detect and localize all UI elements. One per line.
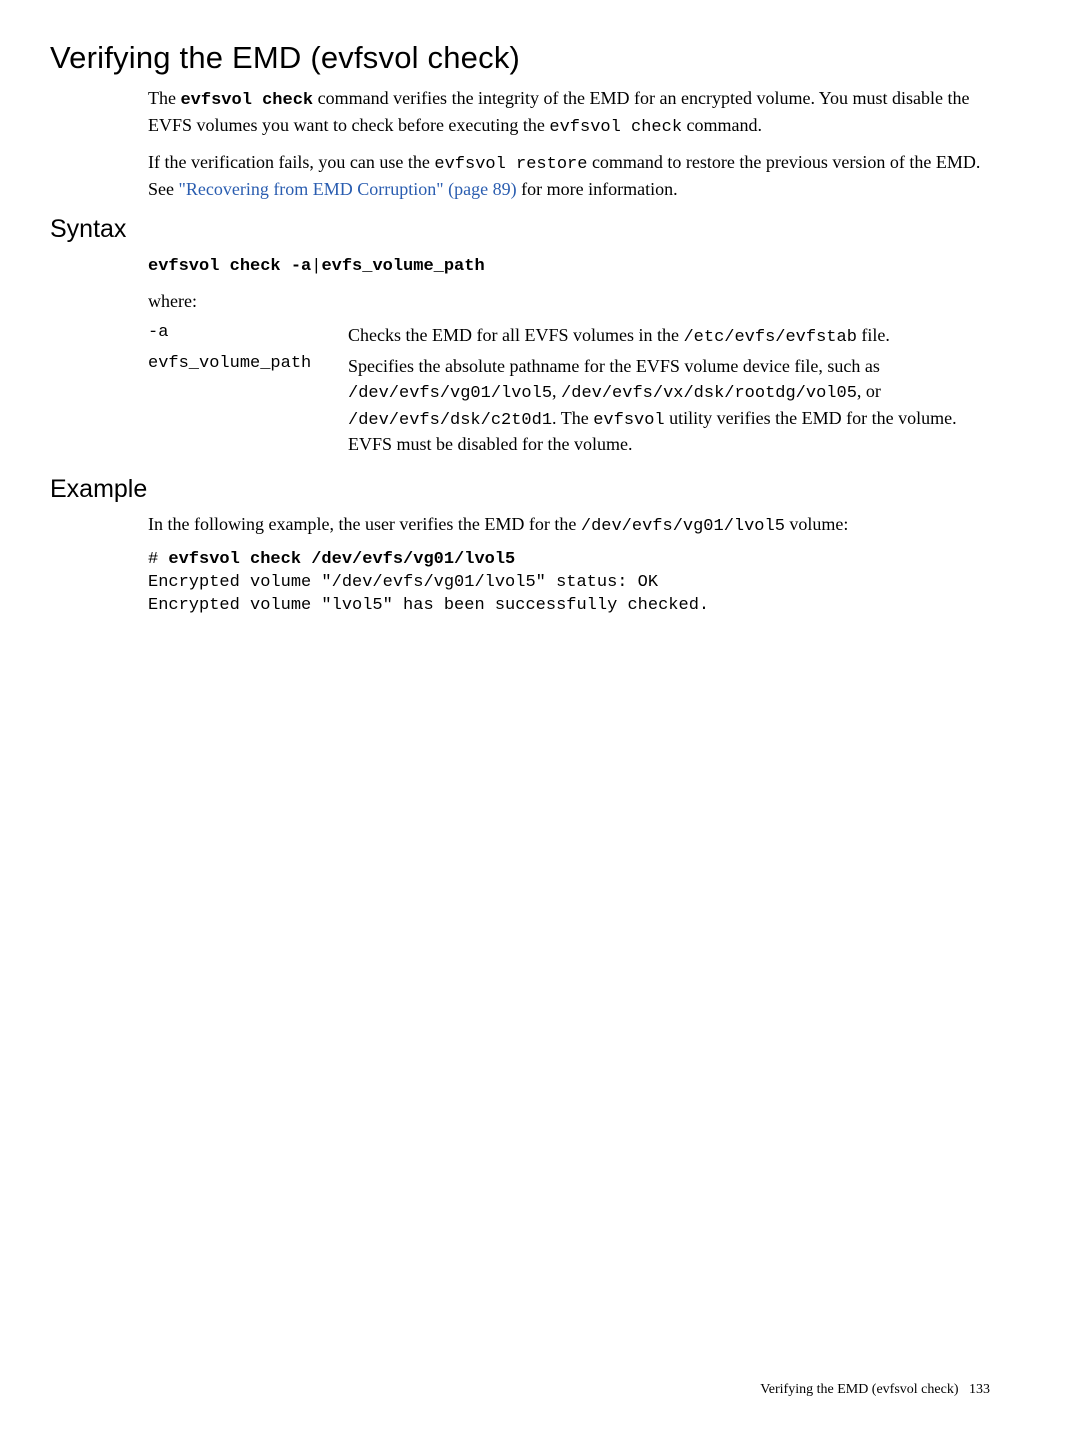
- syntax-cmd-part: evfs_volume_path: [321, 257, 484, 276]
- syntax-bar: |: [311, 257, 321, 276]
- text: Specifies the absolute pathname for the …: [348, 356, 880, 376]
- definition-term: -a: [148, 323, 348, 354]
- definition-description: Specifies the absolute pathname for the …: [348, 354, 990, 460]
- page-footer: Verifying the EMD (evfsvol check) 133: [760, 1382, 990, 1398]
- text: . The: [552, 408, 593, 428]
- code-command: evfsvol check /dev/evfs/vg01/lvol5: [168, 550, 515, 569]
- page-number: 133: [969, 1382, 990, 1397]
- definition-row: -a Checks the EMD for all EVFS volumes i…: [148, 323, 990, 354]
- text: volume:: [785, 514, 849, 534]
- definition-term: evfs_volume_path: [148, 354, 348, 460]
- footer-text: Verifying the EMD (evfsvol check): [760, 1382, 958, 1397]
- where-label: where:: [148, 289, 990, 313]
- text: If the verification fails, you can use t…: [148, 152, 434, 172]
- inline-code: /etc/evfs/evfstab: [683, 328, 856, 347]
- intro-paragraph-2: If the verification fails, you can use t…: [148, 150, 990, 201]
- example-heading: Example: [50, 475, 990, 504]
- text: Checks the EMD for all EVFS volumes in t…: [348, 325, 683, 345]
- syntax-command: evfsvol check -a|evfs_volume_path: [148, 252, 990, 279]
- text: In the following example, the user verif…: [148, 514, 581, 534]
- definition-table: -a Checks the EMD for all EVFS volumes i…: [148, 323, 990, 460]
- inline-code: /dev/evfs/vx/dsk/rootdg/vol05: [561, 384, 857, 403]
- syntax-cmd-part: evfsvol check -a: [148, 257, 311, 276]
- syntax-heading: Syntax: [50, 215, 990, 244]
- inline-code: /dev/evfs/vg01/lvol5: [348, 384, 552, 403]
- text: ,: [552, 381, 561, 401]
- example-intro: In the following example, the user verif…: [148, 512, 990, 539]
- text: for more information.: [517, 179, 678, 199]
- text: The: [148, 88, 180, 108]
- definition-row: evfs_volume_path Specifies the absolute …: [148, 354, 990, 460]
- text: command.: [682, 115, 762, 135]
- text: , or: [857, 381, 881, 401]
- code-block: # evfsvol check /dev/evfs/vg01/lvol5 Enc…: [148, 549, 990, 618]
- cross-reference-link[interactable]: "Recovering from EMD Corruption" (page 8…: [179, 179, 517, 199]
- page-title: Verifying the EMD (evfsvol check): [50, 40, 990, 76]
- command-name: evfsvol check: [180, 91, 313, 110]
- inline-code: evfsvol restore: [434, 155, 587, 174]
- definition-description: Checks the EMD for all EVFS volumes in t…: [348, 323, 990, 354]
- text: file.: [857, 325, 890, 345]
- inline-code: evfsvol: [593, 411, 664, 430]
- intro-paragraph-1: The evfsvol check command verifies the i…: [148, 86, 990, 140]
- inline-code: evfsvol check: [549, 118, 682, 137]
- inline-code: /dev/evfs/vg01/lvol5: [581, 517, 785, 536]
- prompt: #: [148, 550, 168, 569]
- code-output: Encrypted volume "lvol5" has been succes…: [148, 596, 709, 615]
- inline-code: /dev/evfs/dsk/c2t0d1: [348, 411, 552, 430]
- code-output: Encrypted volume "/dev/evfs/vg01/lvol5" …: [148, 573, 658, 592]
